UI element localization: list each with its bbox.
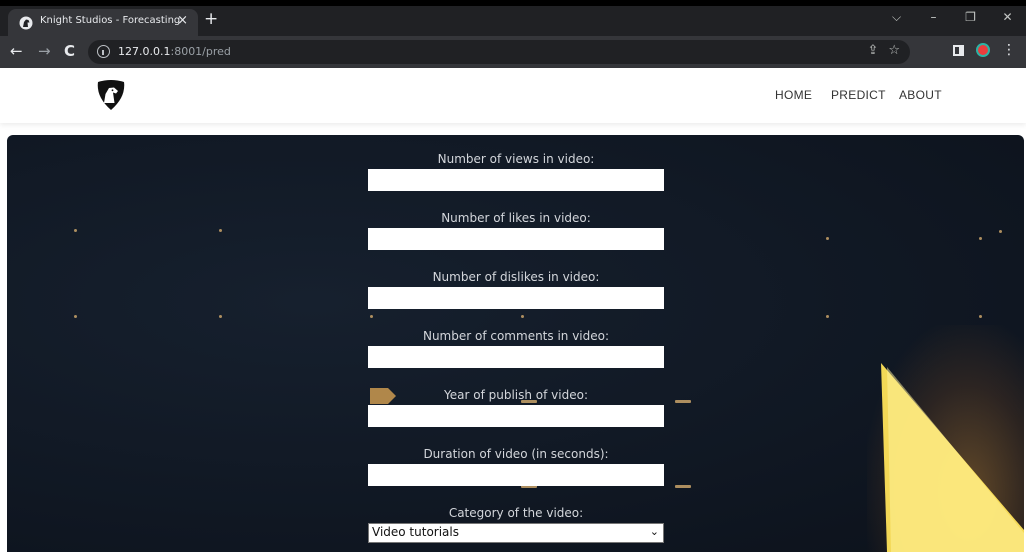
browser-tab[interactable]: Knight Studios - Forecasting × xyxy=(8,9,198,36)
close-window-icon[interactable]: ✕ xyxy=(989,8,1026,28)
url-host: 127.0.0.1 xyxy=(118,45,171,58)
duration-input[interactable] xyxy=(368,464,664,486)
new-tab-icon[interactable]: + xyxy=(204,11,218,28)
category-label: Category of the video: xyxy=(448,506,584,520)
kebab-menu-icon[interactable]: ⋮ xyxy=(1002,43,1016,57)
tab-search-chevron-icon[interactable]: ⌵ xyxy=(878,8,915,28)
nav-about-link[interactable]: ABOUT xyxy=(899,88,942,102)
omnibox-actions: ⇪ ☆ xyxy=(867,43,900,58)
bookmark-star-icon[interactable]: ☆ xyxy=(888,43,900,58)
tab-close-icon[interactable]: × xyxy=(177,13,188,28)
likes-input[interactable] xyxy=(368,228,664,250)
browser-tabstrip: Knight Studios - Forecasting × + ⌵ – ❐ ✕ xyxy=(0,0,1026,36)
browser-toolbar: ← → C 127.0.0.1:8001/pred ⇪ ☆ ⋮ xyxy=(0,36,1026,68)
restore-icon[interactable]: ❐ xyxy=(952,8,989,28)
site-header: HOME PREDICT ABOUT xyxy=(0,68,1026,123)
knight-logo-icon[interactable] xyxy=(93,79,129,111)
site-info-icon[interactable] xyxy=(97,45,110,58)
nav-predict-link[interactable]: PREDICT xyxy=(831,88,886,102)
top-border xyxy=(0,0,1026,6)
minimize-icon[interactable]: – xyxy=(915,8,952,28)
duration-label: Duration of video (in seconds): xyxy=(423,447,609,461)
dislikes-label: Number of dislikes in video: xyxy=(432,270,600,284)
chevron-down-icon: ⌄ xyxy=(649,525,659,538)
side-panel-icon[interactable] xyxy=(953,44,964,56)
tab-title: Knight Studios - Forecasting xyxy=(40,15,181,26)
web-page: HOME PREDICT ABOUT Number of views in vi… xyxy=(0,68,1026,552)
toolbar-right: ⋮ xyxy=(953,43,1016,57)
comments-label: Number of comments in video: xyxy=(422,329,610,343)
back-arrow-icon[interactable]: ← xyxy=(10,41,23,61)
address-bar[interactable]: 127.0.0.1:8001/pred ⇪ ☆ xyxy=(88,40,910,64)
year-label: Year of publish of video: xyxy=(444,388,588,402)
views-input[interactable] xyxy=(368,169,664,191)
url-text: 127.0.0.1:8001/pred xyxy=(118,45,231,58)
share-icon[interactable]: ⇪ xyxy=(867,43,878,58)
window-controls: ⌵ – ❐ ✕ xyxy=(878,8,1026,28)
url-path: :8001/pred xyxy=(170,45,231,58)
views-label: Number of views in video: xyxy=(437,152,595,166)
reload-icon[interactable]: C xyxy=(64,41,75,61)
prediction-form: Number of views in video: Number of like… xyxy=(368,151,664,543)
year-input[interactable] xyxy=(368,405,664,427)
category-selected-value: Video tutorials xyxy=(372,525,459,539)
knight-logo-favicon-icon xyxy=(19,16,33,30)
dislikes-input[interactable] xyxy=(368,287,664,309)
profile-avatar-icon[interactable] xyxy=(976,43,990,57)
nav-home-link[interactable]: HOME xyxy=(775,88,812,102)
forward-arrow-icon[interactable]: → xyxy=(38,41,51,61)
likes-label: Number of likes in video: xyxy=(441,211,591,225)
comments-input[interactable] xyxy=(368,346,664,368)
category-select[interactable]: Video tutorials ⌄ xyxy=(368,523,664,543)
hero-background: Number of views in video: Number of like… xyxy=(7,135,1024,552)
